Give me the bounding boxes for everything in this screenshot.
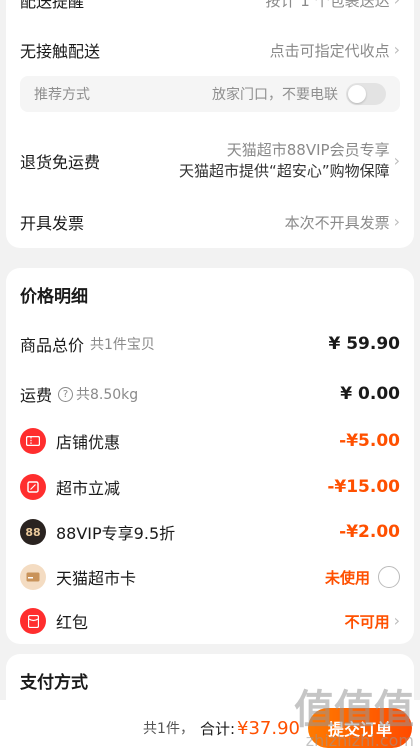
submit-order-button[interactable]: 提交订单: [308, 708, 412, 748]
market-discount-amount: -¥15.00: [327, 477, 400, 497]
card-icon: [20, 564, 46, 590]
price-title-row: 价格明细: [6, 280, 414, 308]
return-description: 天猫超市88VIP会员专享 天猫超市提供“超安心”购物保障: [179, 140, 390, 182]
contactless-label: 无接触配送: [20, 42, 101, 61]
recommend-label: 推荐方式: [34, 87, 90, 103]
chevron-right-icon: ›: [393, 151, 400, 170]
delivery-reminder-row[interactable]: 配送提醒 按计 1 个包裹送达 ›: [6, 0, 414, 12]
item-count: 共1件，: [143, 721, 194, 737]
delivery-options-card: 配送提醒 按计 1 个包裹送达 › 无接触配送 点击可指定代收点 › 推荐方式 …: [6, 0, 414, 248]
price-section-title: 价格明细: [20, 286, 88, 307]
shipping-amount: ¥ 0.00: [340, 384, 400, 404]
market-card-radio[interactable]: [378, 566, 400, 588]
market-card-label: 天猫超市卡: [56, 569, 137, 588]
total-amount: ¥37.90: [237, 717, 300, 739]
chevron-right-icon: ›: [393, 212, 400, 231]
market-discount-label: 超市立减: [56, 479, 121, 498]
vip-discount-row: 88 88VIP专享9.5折 -¥2.00: [6, 516, 414, 548]
market-discount-row: 超市立减 -¥15.00: [6, 471, 414, 503]
contactless-value: 点击可指定代收点: [269, 41, 390, 60]
vip-88-icon: 88: [20, 519, 46, 545]
chevron-right-icon: ›: [393, 40, 400, 59]
question-icon[interactable]: ?: [58, 386, 74, 402]
coupon-icon: [20, 428, 46, 454]
recommended-method-box: 推荐方式 放家门口，不要电联: [20, 76, 400, 112]
return-free-shipping-row[interactable]: 退货免运费 天猫超市88VIP会员专享 天猫超市提供“超安心”购物保障 ›: [6, 136, 414, 186]
shop-discount-amount: -¥5.00: [339, 431, 400, 451]
delivery-reminder-value: 按计 1 个包裹送达: [265, 0, 390, 10]
payment-section-title: 支付方式: [20, 672, 88, 693]
checkout-bar: 共1件， 合计: ¥37.90 提交订单: [0, 700, 420, 756]
recommend-value: 放家门口，不要电联: [212, 87, 338, 103]
price-details-card: 价格明细 商品总价 共1件宝贝 ¥ 59.90 运费 ? 共8.50kg ¥ 0…: [6, 268, 414, 644]
total-label: 合计:: [199, 719, 236, 738]
vip-discount-amount: -¥2.00: [339, 522, 400, 542]
goods-total-row: 商品总价 共1件宝贝 ¥ 59.90: [6, 328, 414, 360]
delivery-reminder-label: 配送提醒: [20, 0, 85, 11]
discount-tag-icon: [20, 474, 46, 500]
vip-discount-label: 88VIP专享9.5折: [56, 524, 176, 543]
goods-count: 共1件宝贝: [90, 337, 155, 353]
invoice-row[interactable]: 开具发票 本次不开具发票 ›: [6, 202, 414, 242]
red-packet-icon: [20, 608, 46, 634]
red-packet-row[interactable]: 红包 不可用 ›: [6, 605, 414, 637]
market-card-row[interactable]: 天猫超市卡 未使用: [6, 561, 414, 593]
recommend-toggle[interactable]: [346, 83, 386, 105]
chevron-right-icon: ›: [394, 0, 400, 8]
payment-title-row: 支付方式: [6, 666, 414, 694]
red-packet-label: 红包: [56, 613, 89, 632]
return-label: 退货免运费: [20, 153, 101, 172]
goods-total-amount: ¥ 59.90: [328, 334, 400, 354]
invoice-label: 开具发票: [20, 214, 85, 233]
shipping-weight: 共8.50kg: [76, 387, 139, 403]
contactless-delivery-row[interactable]: 无接触配送 点击可指定代收点 ›: [6, 30, 414, 70]
market-card-status: 未使用: [324, 568, 370, 587]
shipping-label: 运费: [20, 386, 53, 405]
goods-total-label: 商品总价: [20, 336, 85, 355]
invoice-value: 本次不开具发票: [284, 213, 390, 232]
red-packet-status: 不可用: [344, 612, 390, 631]
shop-discount-row: 店铺优惠 -¥5.00: [6, 425, 414, 457]
shipping-row: 运费 ? 共8.50kg ¥ 0.00: [6, 378, 414, 410]
return-line1: 天猫超市88VIP会员专享: [226, 141, 390, 159]
chevron-right-icon: ›: [393, 611, 400, 630]
shop-discount-label: 店铺优惠: [56, 433, 121, 452]
return-line2: 天猫超市提供“超安心”购物保障: [179, 162, 390, 180]
